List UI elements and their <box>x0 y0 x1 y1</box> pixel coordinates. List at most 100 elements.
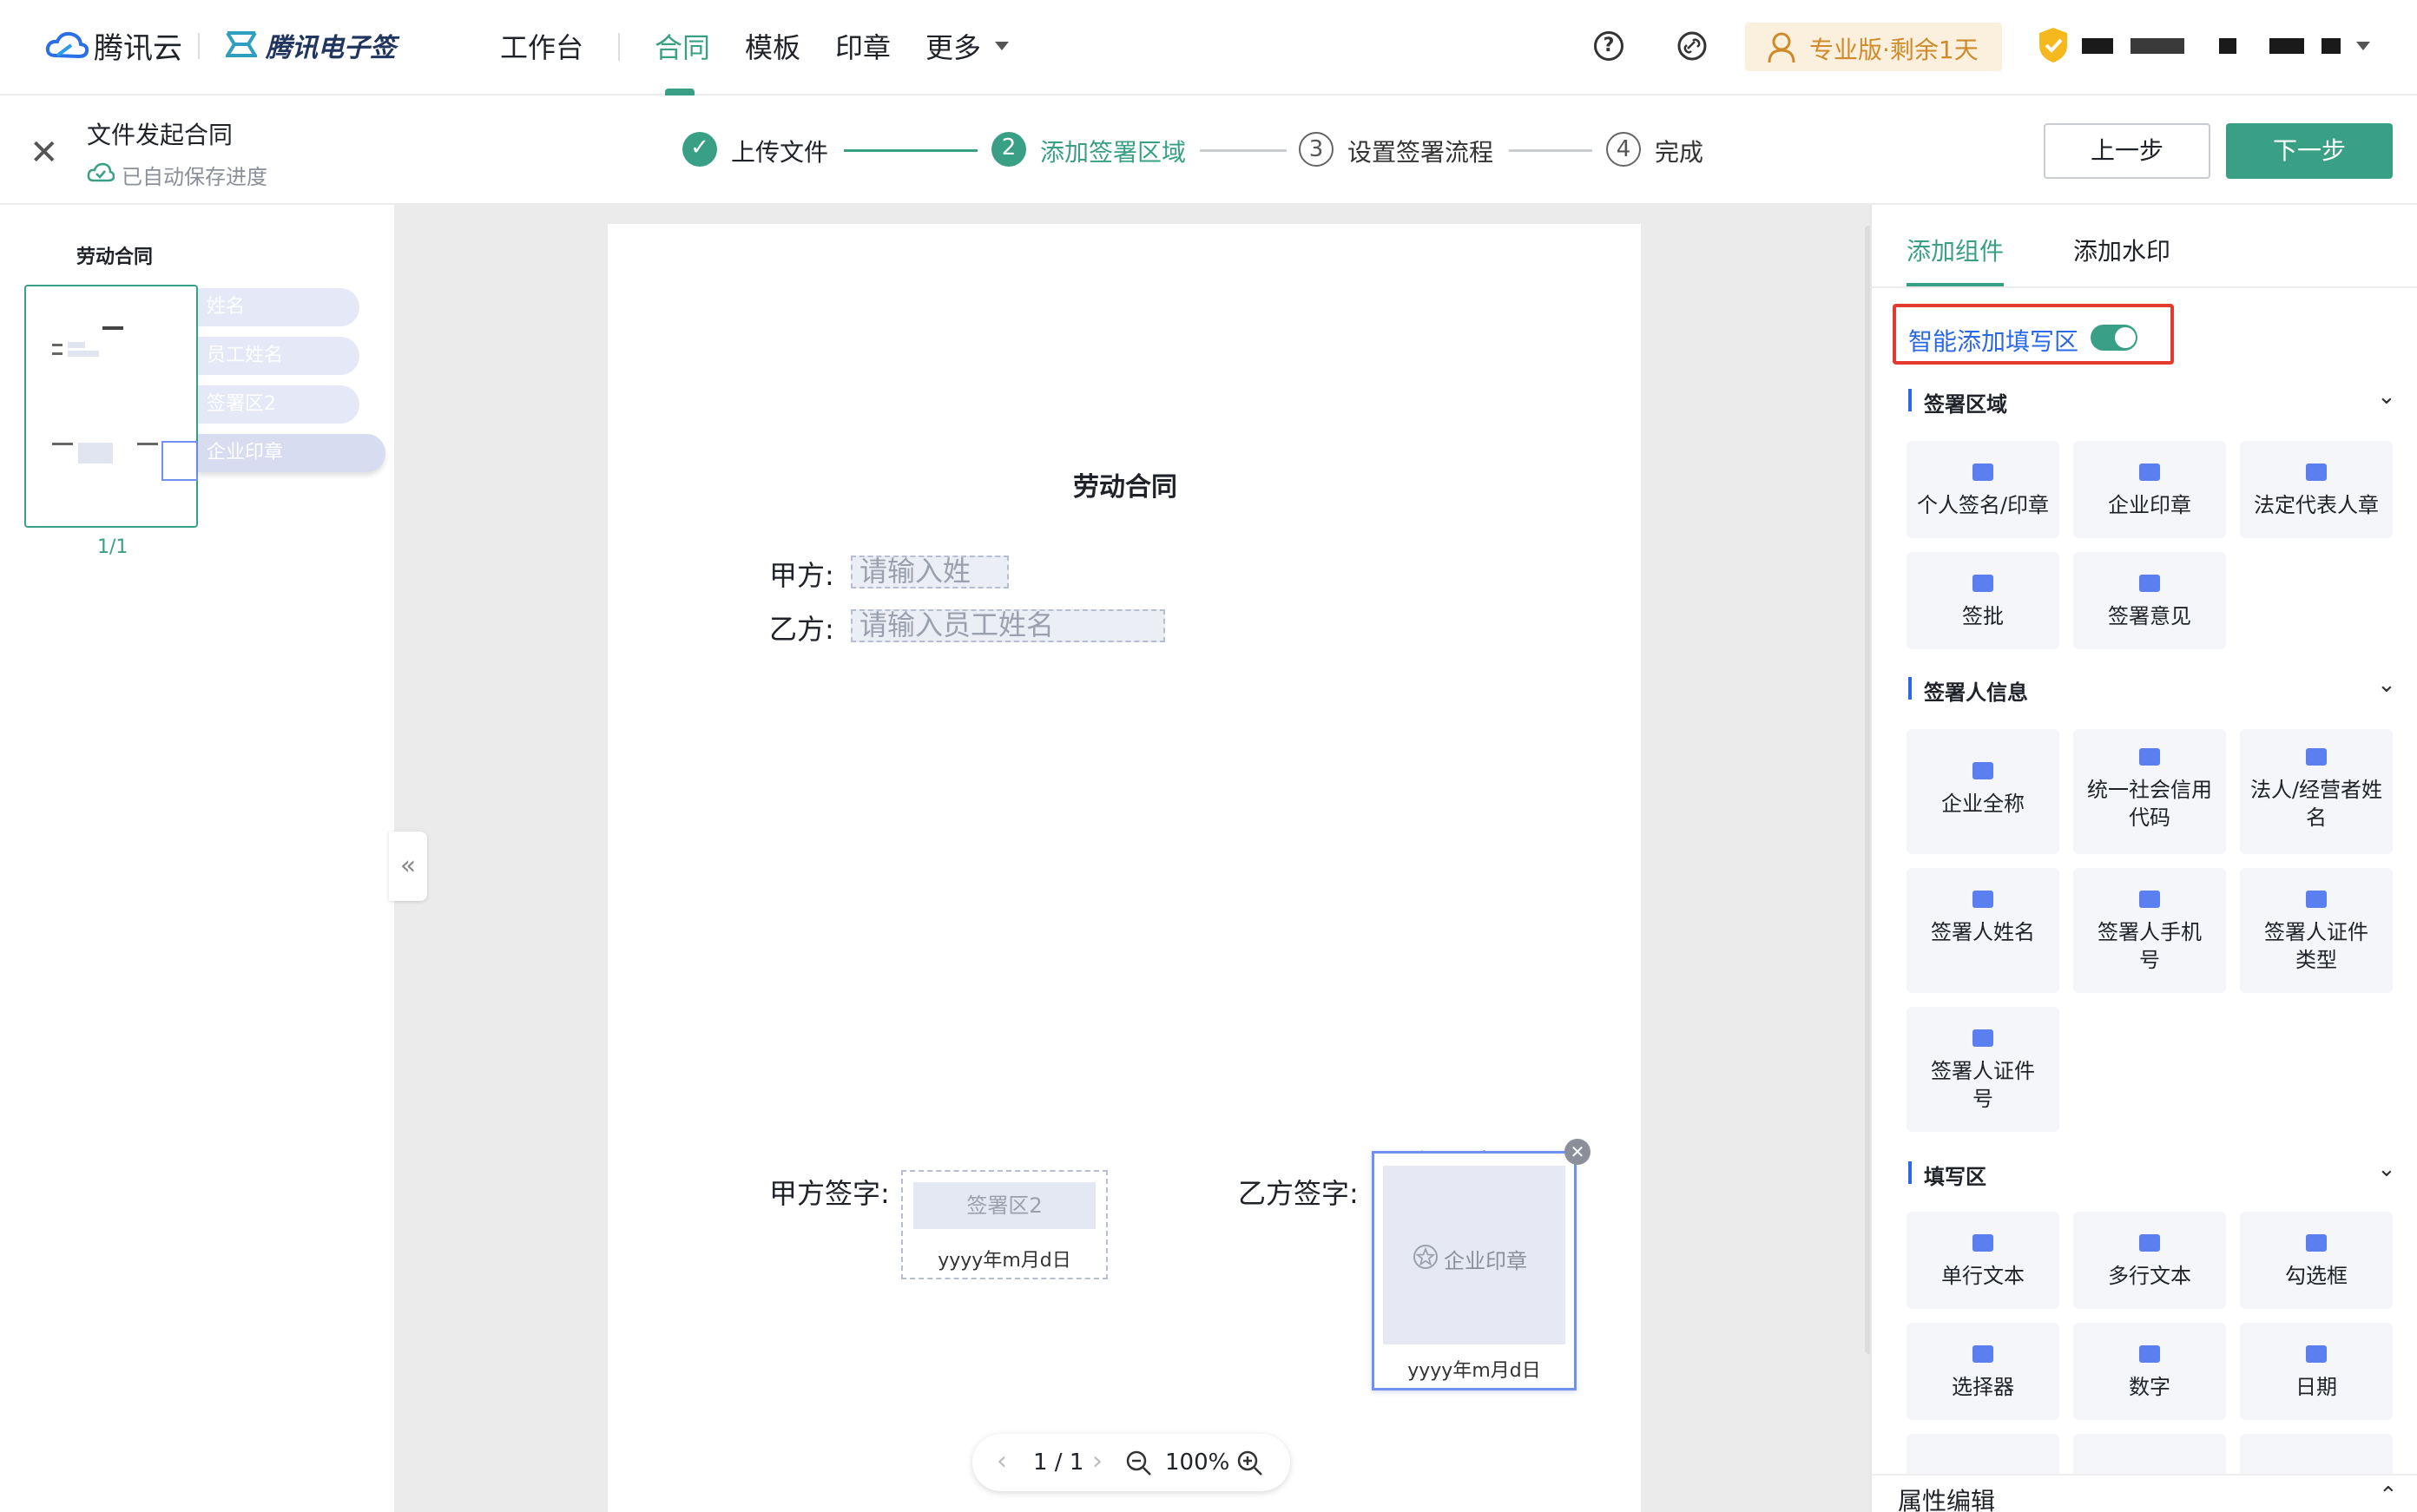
company-seal-area[interactable]: 企业印章 yyyy年m月d日 <box>1372 1151 1577 1390</box>
thumb-field <box>68 342 85 348</box>
page-indicator: 1 / 1 <box>1033 1450 1084 1476</box>
component-legal-person-name[interactable]: 法人/经营者姓名 <box>2240 729 2393 854</box>
component-date[interactable]: 日期 <box>2240 1323 2393 1420</box>
section-sign-area-title[interactable]: 签署区域 <box>1924 387 2007 417</box>
account-chevron-down-icon[interactable] <box>2356 42 2370 50</box>
section-signer-info-title[interactable]: 签署人信息 <box>1924 675 2028 706</box>
product-name[interactable]: 腾讯电子签 <box>266 26 396 64</box>
sign-area-2[interactable]: 签署区2 yyyy年m月d日 <box>901 1170 1108 1279</box>
component-signer-name[interactable]: 签署人姓名 <box>1907 868 2059 993</box>
account-name-redacted[interactable] <box>2219 38 2236 54</box>
step-connector <box>1509 149 1592 152</box>
seal-stamp-icon <box>2139 463 2160 481</box>
logo-divider <box>198 33 200 59</box>
thumb-field <box>78 443 113 463</box>
account-name-redacted[interactable] <box>2082 38 2113 54</box>
component-selector[interactable]: 选择器 <box>1907 1323 2059 1420</box>
thumb-chip-employee-name[interactable]: 员工姓名 <box>198 337 359 375</box>
component-label: 选择器 <box>1952 1375 2014 1399</box>
component-number[interactable]: 数字 <box>2073 1323 2226 1420</box>
nav-workbench[interactable]: 工作台 <box>500 26 583 66</box>
thumb-field <box>68 351 99 357</box>
thumb-chip-name[interactable]: 姓名 <box>198 288 359 326</box>
step-4-number: 4 <box>1606 132 1641 167</box>
person-icon <box>2306 463 2327 481</box>
component-signer-phone[interactable]: 签署人手机号 <box>2073 868 2226 993</box>
previous-step-button[interactable]: 上一步 <box>2044 123 2210 179</box>
component-company-seal[interactable]: 企业印章 <box>2073 441 2226 538</box>
component-checkbox[interactable]: 勾选框 <box>2240 1212 2393 1309</box>
party-b-sign-label: 乙方签字: <box>1238 1177 1359 1210</box>
page-thumbnail[interactable] <box>24 285 198 528</box>
chevron-down-icon[interactable]: ⌄ <box>2377 672 2396 698</box>
property-editor-title[interactable]: 属性编辑 <box>1898 1482 1995 1512</box>
tab-add-watermark[interactable]: 添加水印 <box>2073 233 2170 267</box>
prev-page-icon[interactable]: ‹ <box>997 1446 1007 1476</box>
component-credit-code[interactable]: 统一社会信用代码 <box>2073 729 2226 854</box>
party-a-label: 甲方: <box>769 559 834 592</box>
thumb-chip-company-seal[interactable]: 企业印章 <box>198 434 385 472</box>
nav-seal[interactable]: 印章 <box>835 26 891 66</box>
card-icon <box>2306 891 2327 908</box>
component-label: 个人签名/印章 <box>1916 493 2050 517</box>
component-label: 签批 <box>1962 604 2004 628</box>
sign-area-date: yyyy年m月d日 <box>938 1250 1071 1272</box>
thumb-chip-sign-area[interactable]: 签署区2 <box>198 385 359 424</box>
thumb-text-line <box>137 443 158 445</box>
collapse-panel-icon[interactable]: « <box>389 832 427 901</box>
party-a-name-field[interactable]: 请输入姓 <box>851 555 1009 588</box>
verified-shield-icon <box>2039 28 2067 62</box>
account-name-redacted[interactable] <box>2131 38 2184 54</box>
account-name-redacted[interactable] <box>2322 38 2341 54</box>
account-name-redacted[interactable] <box>2269 38 2304 54</box>
vip-user-icon <box>1768 32 1795 63</box>
section-marker <box>1908 677 1912 700</box>
help-icon[interactable]: ? <box>1594 31 1623 61</box>
thumbnail-doc-name: 劳动合同 <box>76 247 154 268</box>
zoom-out-icon[interactable] <box>1125 1450 1153 1477</box>
section-fill-area-title[interactable]: 填写区 <box>1924 1160 1986 1190</box>
chevron-down-icon[interactable] <box>995 42 1009 50</box>
flow-title: 文件发起合同 <box>87 121 234 149</box>
document-title: 劳动合同 <box>1073 472 1177 503</box>
tab-add-components[interactable]: 添加组件 <box>1907 233 2004 267</box>
document-page: 劳动合同 甲方: 请输入姓 乙方: 请输入员工姓名 甲方签字: 签署区2 yyy… <box>608 224 1641 1512</box>
chevron-down-icon[interactable]: ⌄ <box>2377 384 2396 410</box>
step-4-label: 完成 <box>1655 138 1704 167</box>
zoom-in-icon[interactable] <box>1236 1450 1264 1477</box>
chevron-up-icon[interactable]: ⌃ <box>2379 1482 2398 1509</box>
component-signer-id-number[interactable]: 签署人证件号 <box>1907 1007 2059 1132</box>
seal-date: yyyy年m月d日 <box>1407 1360 1541 1382</box>
top-navigation-bar: 腾讯云 腾讯电子签 工作台 合同 模板 印章 更多 ? 专业版·剩余1天 <box>0 0 2417 95</box>
close-icon[interactable]: ✕ <box>30 135 59 170</box>
delete-field-icon[interactable]: ✕ <box>1564 1139 1590 1165</box>
thumb-seal <box>161 441 198 481</box>
id-card-icon <box>1972 1029 1993 1047</box>
step-1-check-icon: ✓ <box>682 132 717 167</box>
chevron-down-icon[interactable]: ⌄ <box>2377 1156 2396 1182</box>
nav-divider <box>618 33 620 61</box>
party-b-name-field[interactable]: 请输入员工姓名 <box>851 609 1165 642</box>
next-page-icon[interactable]: › <box>1092 1446 1103 1476</box>
logo-text[interactable]: 腾讯云 <box>94 24 182 67</box>
link-icon[interactable] <box>1677 31 1707 61</box>
component-label: 数字 <box>2129 1375 2170 1399</box>
component-approval[interactable]: 签批 <box>1907 552 2059 649</box>
nav-contract[interactable]: 合同 <box>655 26 710 66</box>
nav-more[interactable]: 更多 <box>925 26 981 66</box>
component-multi-line-text[interactable]: 多行文本 <box>2073 1212 2226 1309</box>
component-company-name[interactable]: 企业全称 <box>1907 729 2059 854</box>
person-icon <box>2306 748 2327 766</box>
component-signer-id-type[interactable]: 签署人证件类型 <box>2240 868 2393 993</box>
thumb-text-line <box>52 443 73 445</box>
component-single-line-text[interactable]: 单行文本 <box>1907 1212 2059 1309</box>
nav-template[interactable]: 模板 <box>745 26 800 66</box>
section-marker <box>1908 389 1912 411</box>
next-step-button[interactable]: 下一步 <box>2226 123 2393 179</box>
component-personal-signature[interactable]: 个人签名/印章 <box>1907 441 2059 538</box>
component-sign-opinion[interactable]: 签署意见 <box>2073 552 2226 649</box>
step-2-number: 2 <box>991 132 1026 167</box>
plan-text[interactable]: 专业版·剩余1天 <box>1809 31 1979 66</box>
component-legal-rep-seal[interactable]: 法定代表人章 <box>2240 441 2393 538</box>
active-tab-indicator <box>1907 283 2004 286</box>
